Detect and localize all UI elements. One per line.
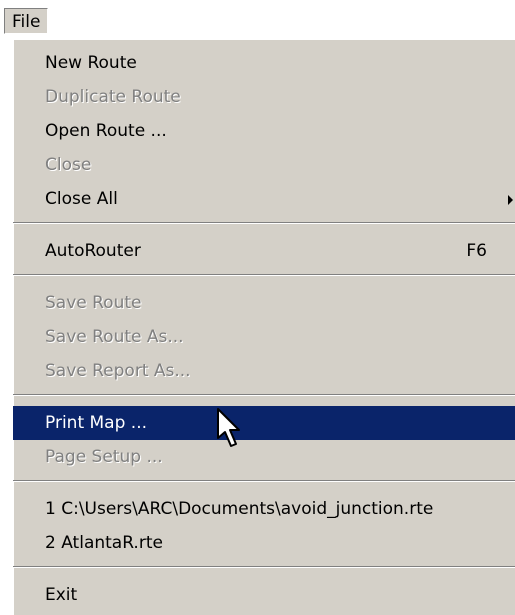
- menu-item-print-map[interactable]: Print Map ...: [13, 406, 515, 440]
- menu-separator: [13, 394, 515, 396]
- menu-item-open-route[interactable]: Open Route ...: [13, 114, 515, 148]
- menu-item-close: Close: [45, 155, 92, 175]
- menu-separator: [13, 274, 515, 276]
- menu-item-save-route-as: Save Route As...: [45, 327, 184, 347]
- menu-item-autorouter[interactable]: AutoRouter F6: [13, 234, 515, 268]
- menu-item-close-all-label: Close All: [45, 189, 118, 209]
- menu-item-duplicate-route: Duplicate Route: [45, 87, 181, 107]
- menu-item-save-route: Save Route: [45, 293, 142, 313]
- shortcut-label: F6: [466, 241, 487, 261]
- mouse-pointer-icon: [217, 408, 240, 447]
- menu-separator: [13, 566, 515, 568]
- chevron-right-icon: [508, 195, 513, 205]
- file-dropdown-menu: New Route Duplicate Route Open Route ...…: [12, 38, 515, 615]
- menu-bar: File: [0, 0, 515, 38]
- menu-item-new-route[interactable]: New Route: [13, 46, 515, 80]
- menu-separator: [13, 222, 515, 224]
- menu-item-save-report-as: Save Report As...: [45, 361, 191, 381]
- menu-item-close-all[interactable]: Close All: [13, 182, 515, 216]
- menu-item-exit[interactable]: Exit: [13, 578, 515, 612]
- menu-item-recent-file-2[interactable]: 2 AtlantaR.rte: [13, 526, 515, 560]
- menu-item-recent-file-1[interactable]: 1 C:\Users\ARC\Documents\avoid_junction.…: [13, 492, 515, 526]
- file-menu-button[interactable]: File: [4, 8, 49, 34]
- menu-item-page-setup: Page Setup ...: [45, 447, 163, 467]
- menu-separator: [13, 480, 515, 482]
- menu-item-autorouter-label: AutoRouter: [45, 241, 141, 261]
